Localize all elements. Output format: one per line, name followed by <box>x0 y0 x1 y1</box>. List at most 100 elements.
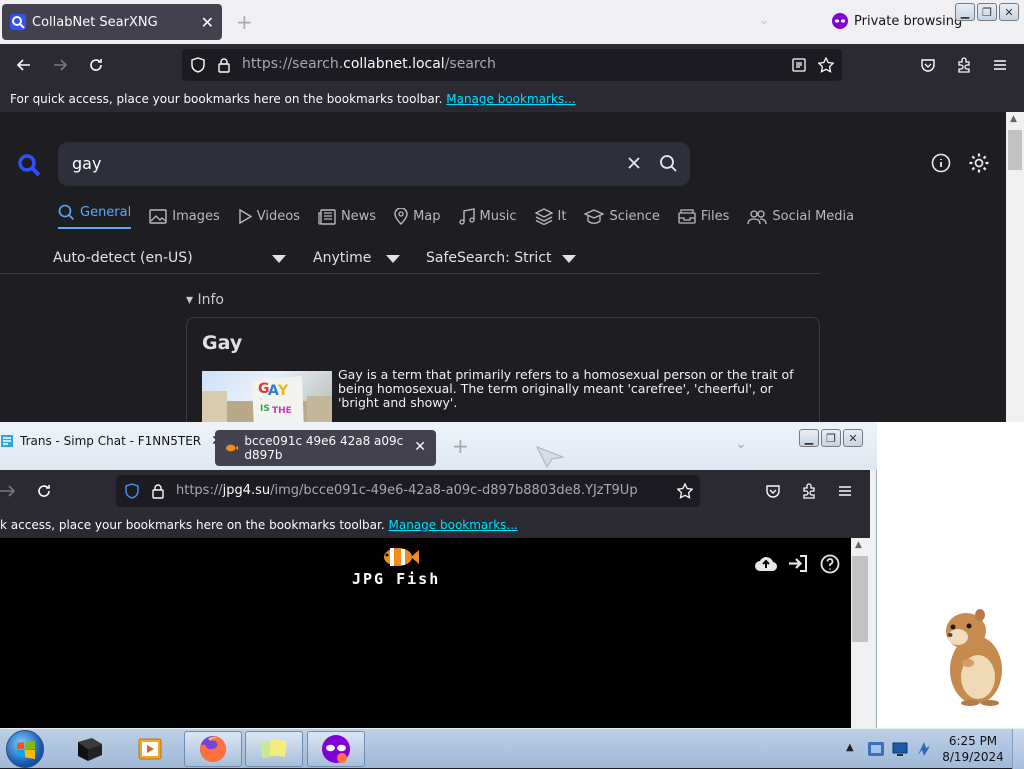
taskbar-sticky-notes[interactable] <box>245 731 303 767</box>
shield-icon[interactable] <box>190 57 206 73</box>
tab-jpg4-image[interactable]: bcce091c 49e6 42a8 a09c d897b ✕ <box>215 430 436 466</box>
page-scrollbar-2[interactable]: ▲ <box>851 538 869 728</box>
scroll-up-icon[interactable]: ▲ <box>855 540 862 550</box>
settings-gear-icon[interactable] <box>968 152 990 174</box>
scrollbar-thumb[interactable] <box>1008 130 1022 170</box>
tray-app-icon[interactable] <box>866 739 886 759</box>
minimize-button[interactable]: ▁ <box>955 3 975 21</box>
category-label: Science <box>609 209 660 224</box>
scrollbar-thumb[interactable] <box>852 556 868 642</box>
category-files[interactable]: Files <box>678 204 730 229</box>
info-toggle[interactable]: ▾ Info <box>186 292 224 308</box>
new-tab-icon[interactable]: + <box>236 10 253 34</box>
clear-search-icon[interactable] <box>627 156 641 170</box>
forward-button[interactable] <box>0 478 22 504</box>
time-dropdown-icon[interactable] <box>386 255 400 263</box>
hamburger-menu-icon <box>994 60 1006 70</box>
url-path: /img/bcce091c-49e6-42a8-a09c-d897b8803de… <box>270 483 638 498</box>
show-hidden-icons-icon[interactable]: ▲ <box>846 742 854 753</box>
list-all-tabs-icon[interactable]: ⌄ <box>758 12 770 28</box>
bookmarks-toolbar-2: k access, place your bookmarks here on t… <box>0 512 870 538</box>
url-text[interactable]: https://search.collabnet.local/search <box>242 56 496 72</box>
new-tab-icon[interactable]: + <box>452 434 469 458</box>
puzzle-icon <box>803 483 815 499</box>
tab-trans-simp-chat[interactable]: Trans - Simp Chat - F1NN5TER ✕ <box>0 433 223 449</box>
language-dropdown-icon[interactable] <box>272 255 286 263</box>
manage-bookmarks-link[interactable]: Manage bookmarks... <box>446 92 575 106</box>
taskbar-media-player[interactable] <box>121 731 179 767</box>
taskbar-firefox[interactable] <box>184 731 242 767</box>
help-icon[interactable] <box>820 554 840 574</box>
close-window-button[interactable]: ✕ <box>999 3 1019 21</box>
search-icon[interactable] <box>659 154 678 173</box>
app-menu-button[interactable] <box>986 52 1014 78</box>
close-window-button[interactable]: ✕ <box>843 429 863 447</box>
category-label: Files <box>700 209 730 224</box>
time-range-select[interactable]: Anytime <box>313 250 371 266</box>
category-videos[interactable]: Videos <box>238 204 300 229</box>
search-input[interactable]: gay <box>58 142 690 186</box>
category-it[interactable]: It <box>534 204 566 229</box>
jpgfish-logo[interactable]: JPG Fish <box>352 546 452 590</box>
address-bar-2[interactable]: https://jpg4.su/img/bcce091c-49e6-42a8-a… <box>116 475 700 507</box>
category-news[interactable]: News <box>318 204 376 229</box>
upload-cloud-icon[interactable] <box>754 554 778 572</box>
hamster-desktop-pet[interactable] <box>940 605 1006 707</box>
reader-view-icon[interactable] <box>792 58 806 72</box>
extensions-button[interactable] <box>795 478 823 504</box>
reload-icon <box>38 485 50 497</box>
lock-icon[interactable] <box>217 57 231 73</box>
reload-button[interactable] <box>82 52 110 78</box>
info-icon[interactable] <box>931 153 951 173</box>
scroll-up-icon[interactable]: ▲ <box>1010 114 1017 124</box>
list-all-tabs-icon[interactable]: ⌄ <box>735 436 747 452</box>
category-music[interactable]: Music <box>458 204 517 229</box>
windows-taskbar: ▲ 6:25 PM 8/19/2024 <box>0 728 1024 769</box>
forward-button[interactable] <box>46 52 74 78</box>
extensions-button[interactable] <box>950 52 978 78</box>
url-prefix: https:// <box>176 483 223 498</box>
reload-icon <box>90 59 102 71</box>
pocket-button[interactable] <box>914 52 942 78</box>
searxng-logo-icon[interactable] <box>16 152 42 178</box>
tray-status-icon[interactable] <box>914 739 934 759</box>
close-tab-icon[interactable]: ✕ <box>201 13 214 32</box>
category-social-media[interactable]: Social Media <box>747 204 854 229</box>
bookmark-star-icon[interactable] <box>818 57 834 73</box>
url-domain: jpg4.su <box>222 483 271 498</box>
tab-searxng[interactable]: CollabNet SearXNG ✕ <box>2 4 222 40</box>
address-bar[interactable]: https://search.collabnet.local/search <box>182 49 842 81</box>
safesearch-select[interactable]: SafeSearch: Strict <box>426 250 551 266</box>
bookmark-star-icon[interactable] <box>677 483 693 499</box>
category-general[interactable]: General <box>58 204 132 229</box>
app-menu-button[interactable] <box>831 478 859 504</box>
maximize-button[interactable]: ❐ <box>821 429 841 447</box>
start-button[interactable] <box>6 730 44 768</box>
url-text[interactable]: https://jpg4.su/img/bcce091c-49e6-42a8-a… <box>176 483 638 498</box>
private-mask-icon <box>832 13 848 29</box>
category-science[interactable]: Science <box>584 204 660 229</box>
lock-icon[interactable] <box>151 483 165 499</box>
back-button[interactable] <box>10 52 38 78</box>
network-icon[interactable] <box>890 739 910 759</box>
safesearch-dropdown-icon[interactable] <box>562 255 576 263</box>
shield-icon[interactable] <box>124 483 140 499</box>
language-select[interactable]: Auto-detect (en-US) <box>53 250 193 266</box>
maximize-button[interactable]: ❐ <box>977 3 997 21</box>
search-query[interactable]: gay <box>72 154 101 173</box>
puzzle-icon <box>958 57 970 73</box>
taskbar-terminal[interactable] <box>60 731 118 767</box>
sign-in-icon[interactable] <box>788 555 808 572</box>
bookmarks-hint: For quick access, place your bookmarks h… <box>10 92 443 106</box>
reload-button[interactable] <box>30 478 58 504</box>
minimize-button[interactable]: ▁ <box>799 429 819 447</box>
pocket-button[interactable] <box>759 478 787 504</box>
taskbar-clock[interactable]: 6:25 PM 8/19/2024 <box>940 733 1006 765</box>
manage-bookmarks-link[interactable]: Manage bookmarks... <box>389 518 518 532</box>
infobox-description: Gay is a term that primarily refers to a… <box>338 367 794 410</box>
show-desktop-button[interactable] <box>1012 729 1024 769</box>
category-map[interactable]: Map <box>394 204 441 229</box>
taskbar-firefox-private[interactable] <box>307 731 365 767</box>
category-images[interactable]: Images <box>149 204 220 229</box>
close-tab-icon[interactable]: ✕ <box>414 439 426 455</box>
